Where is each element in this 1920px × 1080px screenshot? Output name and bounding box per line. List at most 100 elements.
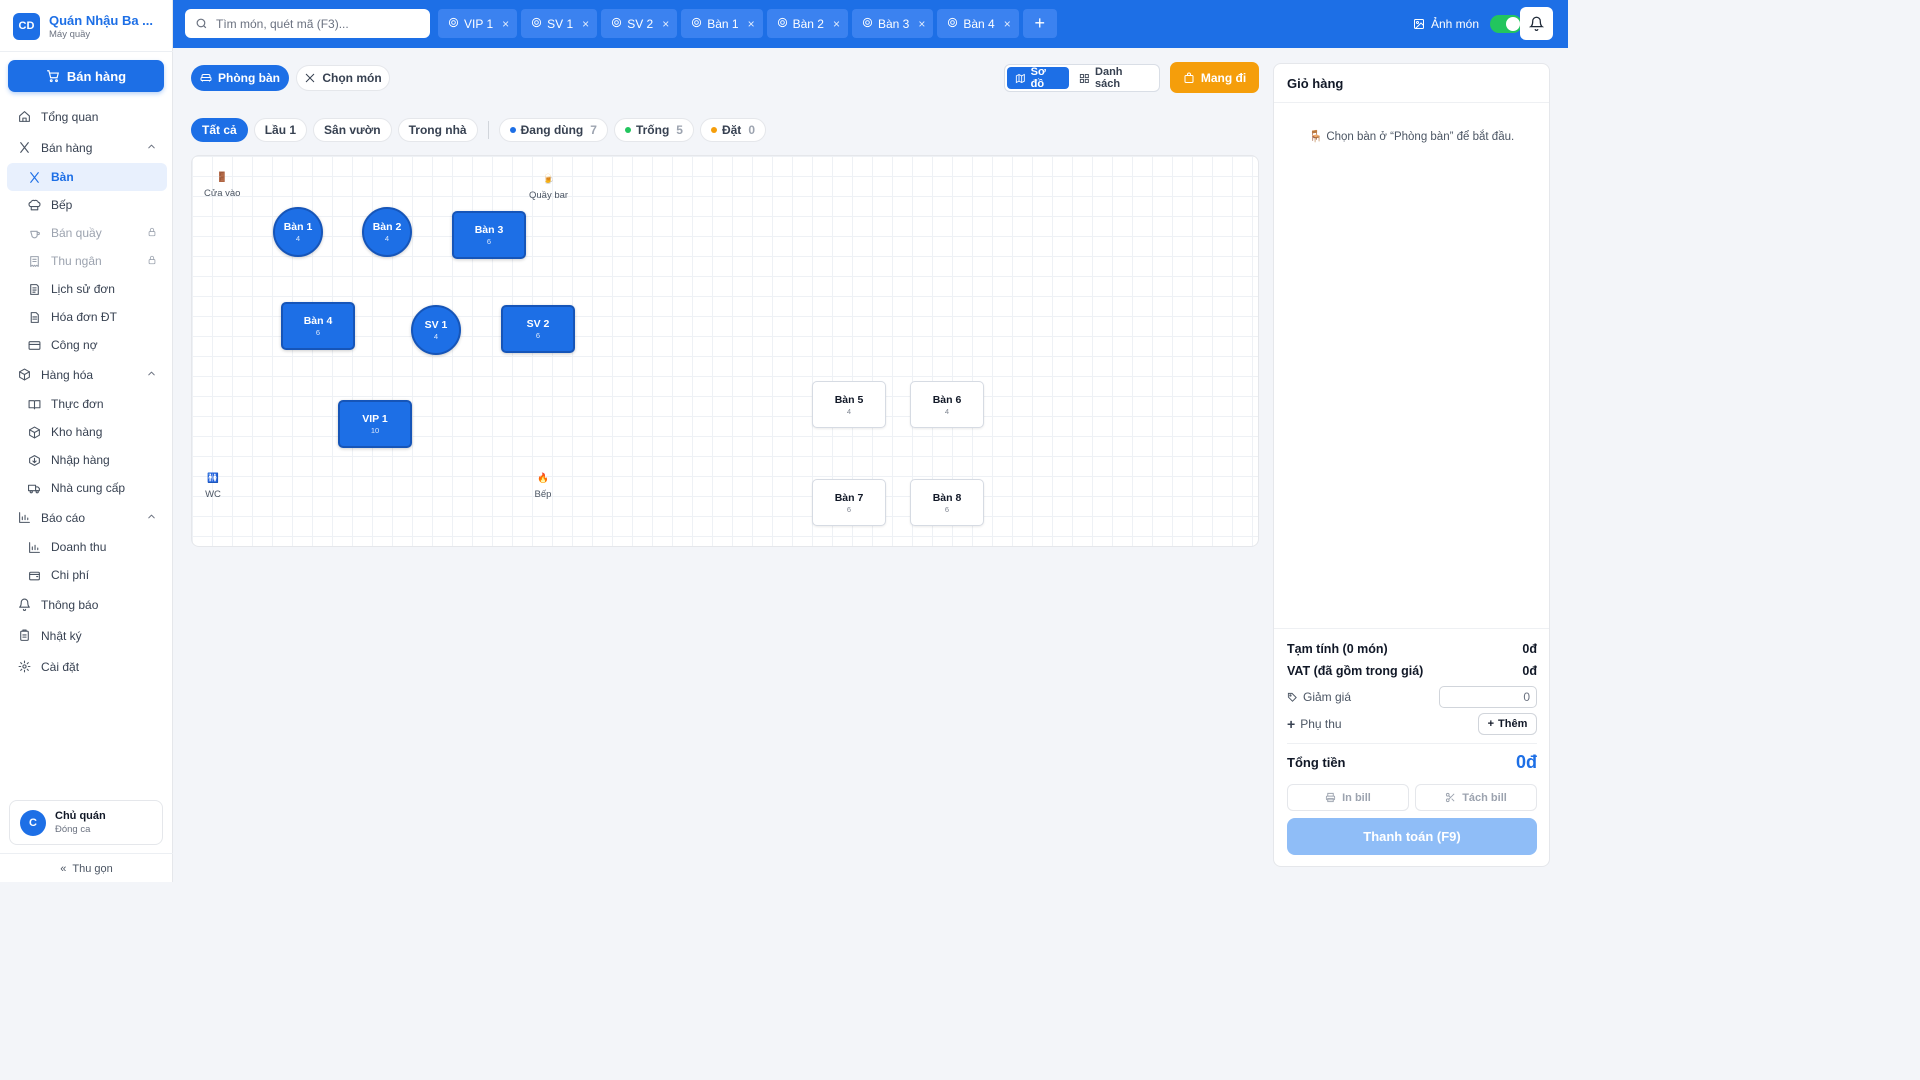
sidebar-item-ban-quay[interactable]: Bán quầy bbox=[7, 219, 167, 247]
sidebar-item-doanh-thu[interactable]: Doanh thu bbox=[7, 533, 167, 561]
pay-button[interactable]: Thanh toán (F9) bbox=[1287, 818, 1537, 855]
table-seats: 6 bbox=[315, 328, 321, 337]
table-ban-3[interactable]: Bàn 36 bbox=[452, 211, 526, 259]
collapse-button[interactable]: « Thu gọn bbox=[0, 860, 173, 878]
table-sv-1[interactable]: SV 14 bbox=[411, 305, 461, 355]
view-list-button[interactable]: Danh sách bbox=[1071, 66, 1157, 90]
chair-icon: 🪑 bbox=[1308, 131, 1324, 143]
add-surcharge-button[interactable]: + Thêm bbox=[1478, 713, 1537, 735]
close-icon[interactable]: × bbox=[918, 17, 925, 31]
sidebar-item-kho-hang[interactable]: Kho hàng bbox=[7, 418, 167, 446]
brand-logo: CD bbox=[13, 12, 40, 40]
table-ban-4[interactable]: Bàn 46 bbox=[281, 302, 355, 350]
close-icon[interactable]: × bbox=[1004, 17, 1011, 31]
filter-san-vuon[interactable]: Sân vườn bbox=[313, 118, 392, 142]
tab-ban-4[interactable]: Bàn 4 × bbox=[937, 9, 1019, 38]
table-sv-2[interactable]: SV 26 bbox=[501, 305, 575, 353]
tab-vip-1[interactable]: VIP 1 × bbox=[438, 9, 518, 38]
table-vip-1[interactable]: VIP 1 10 bbox=[338, 400, 412, 448]
filter-lau-1[interactable]: Lầu 1 bbox=[253, 118, 308, 142]
table-name: Bàn 1 bbox=[283, 221, 313, 233]
sidebar-item-thong-bao[interactable]: Thông báo bbox=[7, 589, 167, 620]
table-ban-1[interactable]: Bàn 14 bbox=[273, 207, 323, 257]
table-ban-8[interactable]: Bàn 86 bbox=[910, 479, 984, 526]
table-ban-6[interactable]: Bàn 64 bbox=[910, 381, 984, 428]
chef-hat-icon bbox=[27, 198, 41, 212]
vat-value: 0đ bbox=[1522, 664, 1537, 678]
split-bill-button[interactable]: Tách bill bbox=[1415, 784, 1537, 811]
sidebar-item-bep[interactable]: Bếp bbox=[7, 191, 167, 219]
close-icon[interactable]: × bbox=[748, 17, 755, 31]
mode-menu-button[interactable]: Chọn món bbox=[296, 65, 390, 91]
sidebar-item-hoa-don-dt[interactable]: Hóa đơn ĐT bbox=[7, 303, 167, 331]
search-input[interactable] bbox=[216, 16, 416, 31]
sidebar-item-ban-hang[interactable]: Bán hàng bbox=[7, 132, 167, 163]
tab-ban-2[interactable]: Bàn 2 × bbox=[766, 9, 848, 38]
sidebar-item-label: Thực đơn bbox=[51, 397, 104, 411]
tab-sv-1[interactable]: SV 1 × bbox=[521, 9, 598, 38]
discount-input[interactable] bbox=[1439, 686, 1537, 708]
sidebar-item-thuc-don[interactable]: Thực đơn bbox=[7, 390, 167, 418]
door-icon: 🚪 bbox=[216, 171, 229, 183]
add-tab-button[interactable]: + bbox=[1022, 9, 1057, 38]
receipt-icon bbox=[27, 254, 41, 268]
table-ban-5[interactable]: Bàn 54 bbox=[812, 381, 886, 428]
sidebar-item-cai-dat[interactable]: Cài đặt bbox=[7, 651, 167, 682]
sidebar-item-hang-hoa[interactable]: Hàng hóa bbox=[7, 359, 167, 390]
photo-toggle[interactable]: Ảnh món bbox=[1413, 14, 1523, 34]
sidebar-item-ban[interactable]: Bàn bbox=[7, 163, 167, 191]
status-filter-label: Đặt bbox=[721, 123, 742, 137]
sidebar-item-tong-quan[interactable]: Tổng quan bbox=[7, 101, 167, 132]
filter-trong-nha[interactable]: Trong nhà bbox=[397, 118, 478, 142]
tab-label: VIP 1 bbox=[464, 16, 494, 31]
chevron-up-icon[interactable] bbox=[146, 368, 157, 382]
landmark-wc: 🚻 WC bbox=[204, 469, 222, 501]
sidebar-item-chi-phi[interactable]: Chi phí bbox=[7, 561, 167, 589]
divider bbox=[0, 51, 173, 52]
filter-tat-ca[interactable]: Tất cả bbox=[191, 118, 248, 142]
table-name: Bàn 2 bbox=[372, 221, 402, 233]
mode-rooms-button[interactable]: Phòng bàn bbox=[191, 65, 289, 91]
close-icon[interactable]: × bbox=[662, 17, 669, 31]
bell-icon bbox=[17, 598, 31, 612]
tab-ban-1[interactable]: Bàn 1 × bbox=[681, 9, 763, 38]
status-filter-dat[interactable]: Đặt 0 bbox=[699, 118, 766, 142]
notification-button[interactable] bbox=[1520, 7, 1553, 40]
surcharge-row: + Phụ thu + Thêm bbox=[1287, 713, 1537, 735]
table-name: Bàn 8 bbox=[932, 491, 962, 504]
table-seats: 10 bbox=[370, 426, 380, 435]
search-box[interactable] bbox=[185, 9, 430, 38]
divider bbox=[487, 121, 489, 139]
sidebar-item-cong-no[interactable]: Công nợ bbox=[7, 331, 167, 359]
brand[interactable]: CD Quán Nhậu Ba ... Máy quầy bbox=[13, 11, 168, 41]
sidebar-item-nhap-hang[interactable]: Nhập hàng bbox=[7, 446, 167, 474]
table-seats: 4 bbox=[384, 234, 390, 243]
tab-sv-2[interactable]: SV 2 × bbox=[601, 9, 678, 38]
sidebar-item-nhat-ky[interactable]: Nhật ký bbox=[7, 620, 167, 651]
invoice-icon bbox=[27, 310, 41, 324]
sidebar-item-bao-cao[interactable]: Báo cáo bbox=[7, 502, 167, 533]
takeaway-button[interactable]: Mang đi bbox=[1170, 62, 1259, 93]
view-map-button[interactable]: Sơ đồ bbox=[1007, 66, 1070, 90]
user-card[interactable]: C Chủ quán Đóng ca bbox=[9, 800, 163, 845]
close-icon[interactable]: × bbox=[582, 17, 589, 31]
status-filter-dang-dung[interactable]: Đang dùng 7 bbox=[498, 118, 608, 142]
print-bill-button[interactable]: In bill bbox=[1287, 784, 1409, 811]
chevron-up-icon[interactable] bbox=[146, 141, 157, 155]
tab-ban-3[interactable]: Bàn 3 × bbox=[851, 9, 934, 38]
status-filter-trong[interactable]: Trống 5 bbox=[613, 118, 694, 142]
mode-rooms-label: Phòng bàn bbox=[218, 71, 280, 85]
divider bbox=[1274, 628, 1549, 629]
plus-icon: + bbox=[1287, 716, 1296, 732]
sell-button[interactable]: Bán hàng bbox=[8, 60, 164, 92]
table-ban-2[interactable]: Bàn 24 bbox=[362, 207, 412, 257]
sidebar-item-thu-ngan[interactable]: Thu ngân bbox=[7, 247, 167, 275]
photo-toggle-switch[interactable] bbox=[1490, 15, 1523, 33]
close-icon[interactable]: × bbox=[833, 17, 840, 31]
table-ban-7[interactable]: Bàn 76 bbox=[812, 479, 886, 526]
chevron-up-icon[interactable] bbox=[146, 511, 157, 525]
close-icon[interactable]: × bbox=[502, 17, 509, 31]
sidebar-item-nha-cung-cap[interactable]: Nhà cung cấp bbox=[7, 474, 167, 502]
add-surcharge-label: Thêm bbox=[1498, 718, 1528, 730]
sidebar-item-lich-su-don[interactable]: Lịch sử đơn bbox=[7, 275, 167, 303]
